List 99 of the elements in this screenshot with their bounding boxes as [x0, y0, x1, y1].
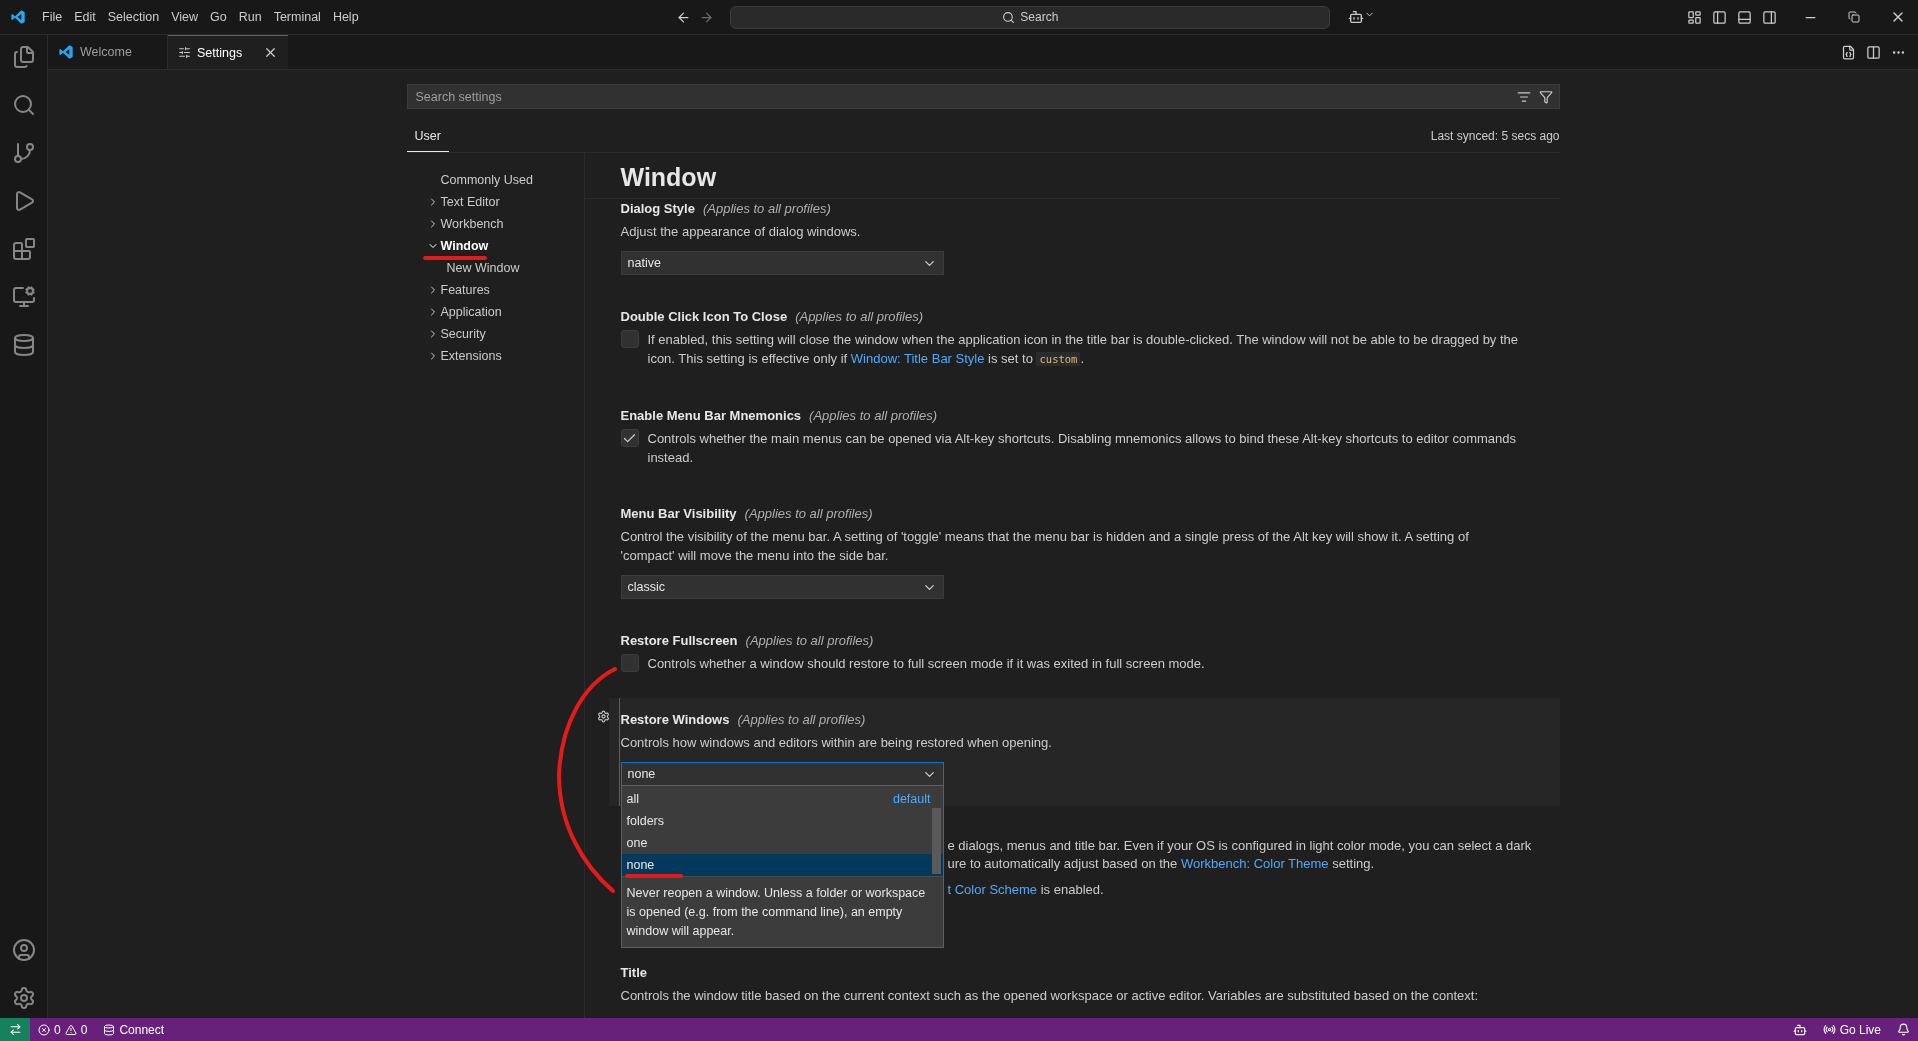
option-description: Never reopen a window. Unless a folder or workspace is opened (e.g. from the command line), an empty window will appear. — [621, 876, 943, 947]
annotation-mark — [422, 256, 487, 260]
menu-item[interactable]: View — [165, 7, 204, 27]
menu-item[interactable]: Selection — [101, 7, 166, 27]
setting-title: Menu Bar Visibility — [620, 506, 737, 521]
setting-link[interactable]: t Color Scheme — [947, 882, 1038, 897]
setting-title: Enable Menu Bar Mnemonics — [620, 408, 802, 423]
toc-item[interactable]: Workbench — [440, 217, 504, 231]
checkbox[interactable] — [620, 654, 639, 672]
setting-title: Title — [620, 965, 647, 980]
gear-icon[interactable] — [596, 710, 610, 723]
app-logo — [10, 9, 26, 25]
setting-scope: (Applies to all profiles) — [737, 712, 866, 727]
toc-item[interactable]: Commonly Used — [440, 173, 533, 187]
account-icon[interactable] — [11, 938, 36, 962]
editor-tab[interactable]: Settings — [168, 35, 288, 69]
settings-icon[interactable] — [11, 986, 36, 1010]
setting-title: Restore Fullscreen — [620, 633, 738, 648]
monitor-icon[interactable] — [11, 285, 36, 309]
search-icon — [1002, 10, 1016, 24]
toc-item[interactable]: Text Editor — [440, 195, 500, 209]
close-icon[interactable] — [263, 45, 278, 60]
dropdown-option[interactable]: all default — [621, 788, 943, 810]
sync-status: Last synced: 5 secs ago — [1430, 129, 1560, 145]
clear-filter-icon[interactable] — [1516, 89, 1531, 104]
select-dropdown[interactable]: native — [620, 251, 944, 275]
setting-title: Dialog Style — [620, 201, 695, 216]
checkbox[interactable] — [620, 330, 639, 348]
setting-scope: (Applies to all profiles) — [745, 633, 874, 648]
setting-description: Controls the window title based on the current context such as the opened workspace or active editor. Variables are substituted based on the context: — [620, 987, 1480, 1005]
problems-indicator[interactable]: 0 0 — [30, 1022, 96, 1037]
menu-item[interactable]: Go — [204, 7, 233, 27]
forward-arrow-icon[interactable] — [699, 9, 715, 25]
menu-item[interactable]: Help — [326, 7, 365, 27]
restore-icon[interactable] — [1848, 11, 1860, 23]
setting-title: Restore Windows — [620, 712, 730, 727]
setting-description: If enabled, this setting will close the window when the application icon in the title bar is double-clicked. The window will not be able to be dragged by the icon. This setting is effective only if Window: Title Bar Style is set to custom . — [647, 331, 1520, 368]
menu-item[interactable]: Terminal — [267, 7, 327, 27]
setting-description: Control the visibility of the menu bar. A setting of 'toggle' means that the menu bar is hidden and a single press of the Alt key will show it. A setting of 'compact' will move the menu into the side bar. — [620, 528, 1470, 565]
remote-icon[interactable] — [0, 1018, 30, 1041]
robot-icon[interactable] — [1792, 1022, 1807, 1037]
database-icon[interactable] — [11, 333, 36, 357]
setting-description: Controls whether a window should restore to full screen mode if it was exited in full screen mode. — [647, 655, 1205, 673]
panel-bottom-icon[interactable] — [1737, 9, 1752, 25]
filter-icon[interactable] — [1538, 89, 1553, 104]
warning-icon — [64, 1023, 77, 1036]
broadcast-icon — [1822, 1023, 1836, 1036]
section-heading: Window — [584, 153, 1560, 199]
app-logo — [58, 44, 74, 60]
menu-item[interactable]: Run — [232, 7, 268, 27]
go-live-item[interactable]: Go Live — [1814, 1022, 1889, 1037]
setting-scope: (Applies to all profiles) — [744, 506, 873, 521]
back-arrow-icon[interactable] — [676, 9, 692, 25]
setting-description: Controls whether the main menus can be opened via Alt-key shortcuts. Disabling mnemonics allows to bind these Alt-key shortcuts to editor commands instead. — [647, 430, 1518, 467]
robot-icon[interactable] — [1348, 9, 1376, 25]
select-dropdown[interactable]: none — [620, 762, 944, 786]
menu-item[interactable]: Edit — [68, 7, 102, 27]
dropdown-option[interactable]: folders — [621, 810, 943, 832]
toc-item[interactable]: Extensions — [440, 349, 502, 363]
dropdown-option[interactable]: one — [621, 832, 943, 854]
panel-left-icon[interactable] — [1712, 9, 1727, 25]
toc-item[interactable]: New Window — [446, 261, 520, 275]
extensions-icon[interactable] — [11, 237, 36, 261]
setting-link[interactable]: Workbench: Color Theme — [1180, 856, 1329, 871]
setting-description: Adjust the appearance of dialog windows. — [620, 223, 862, 241]
setting-scope: (Applies to all profiles) — [702, 201, 831, 216]
setting-description: Controls how windows and editors within are being restored when opening. — [620, 734, 1053, 752]
connect-item[interactable]: Connect — [95, 1022, 173, 1037]
menu-item[interactable]: File — [36, 7, 69, 27]
sliders-icon — [178, 46, 191, 59]
dropdown-option[interactable]: none — [621, 854, 943, 876]
search-icon[interactable] — [11, 93, 36, 117]
command-center-search[interactable]: Search — [730, 5, 1331, 29]
bell-icon[interactable] — [1897, 1023, 1910, 1036]
layout-icon[interactable] — [1687, 9, 1702, 25]
files-icon[interactable] — [11, 45, 36, 69]
setting-scope: (Applies to all profiles) — [795, 309, 923, 324]
setting-description: e dialogs, menus and title bar. Even if your OS is configured in light color mode, you can select a dark — [947, 837, 1533, 855]
branch-icon[interactable] — [11, 141, 36, 165]
setting-description: t Color Scheme is enabled. — [947, 881, 1105, 899]
checkbox[interactable] — [620, 429, 639, 447]
setting-description: ure to automatically adjust based on the Workbench: Color Theme setting. — [947, 855, 1376, 873]
code-snippet: custom — [1036, 352, 1081, 366]
toc-item[interactable]: Features — [440, 283, 490, 297]
error-icon — [38, 1023, 50, 1036]
setting-link[interactable]: Window: Title Bar Style — [850, 351, 985, 366]
select-dropdown[interactable]: classic — [620, 575, 944, 599]
file-json-icon[interactable] — [1841, 44, 1856, 60]
toc-item[interactable]: Application — [440, 305, 502, 319]
setting-scope: (Applies to all profiles) — [809, 408, 937, 423]
scope-tab[interactable]: User — [406, 123, 449, 152]
panel-right-icon[interactable] — [1762, 9, 1777, 25]
toc-item[interactable]: Window — [440, 239, 489, 253]
database-icon — [103, 1023, 116, 1036]
setting-title: Double Click Icon To Close — [620, 309, 788, 324]
default-label: default — [892, 792, 931, 806]
split-editor-icon[interactable] — [1866, 44, 1881, 60]
scrollbar-thumb[interactable] — [931, 808, 941, 874]
toc-item[interactable]: Security — [440, 327, 486, 341]
